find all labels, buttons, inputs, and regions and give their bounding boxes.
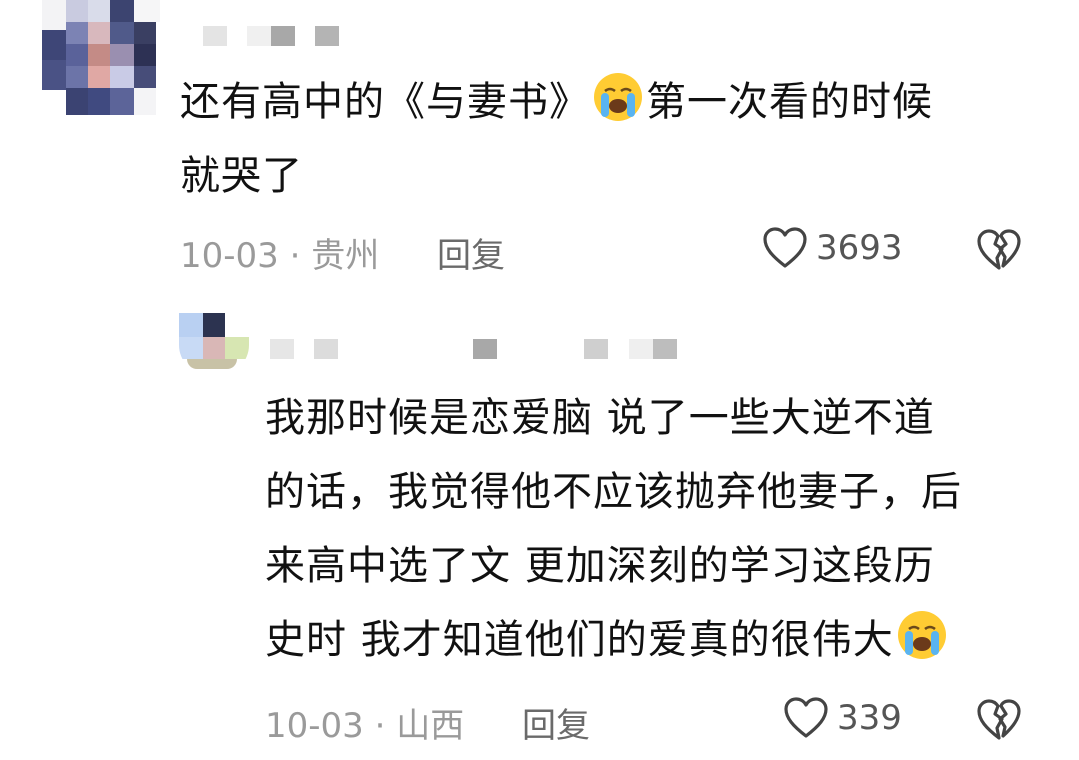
like-button[interactable]: 3693: [762, 226, 903, 270]
comment-date: 10-03: [265, 706, 364, 746]
heart-outline-icon: [784, 697, 828, 738]
broken-heart-icon[interactable]: [975, 228, 1023, 272]
comment-date: 10-03: [180, 236, 279, 276]
loudly-crying-face-emoji: [897, 611, 946, 659]
comment-thread: 还有高中的《与妻书》 第一次看的时候就哭了 10-03 · 贵州 回复 3693: [0, 0, 1079, 760]
comment-text-part: 第一次看的时候: [646, 79, 933, 125]
comment-text-part: 就哭了: [180, 153, 303, 199]
comment-location: 贵州: [311, 236, 380, 276]
meta-separator: ·: [289, 236, 301, 276]
reply-button[interactable]: 回复: [437, 228, 505, 277]
avatar[interactable]: [42, 0, 160, 115]
reply-text-line: 来高中选了文 更加深刻的学习这段历: [265, 543, 935, 589]
comment-text-part: 还有高中的《与妻书》: [180, 79, 590, 125]
reply-text-line: 我那时候是恋爱脑 说了一些大逆不道: [265, 395, 935, 441]
comment-meta: 10-03 · 山西: [265, 698, 464, 747]
avatar[interactable]: [179, 313, 249, 375]
like-count: 3693: [816, 228, 903, 268]
comment-location: 山西: [396, 706, 465, 746]
broken-heart-icon[interactable]: [975, 698, 1023, 742]
reply-text: 我那时候是恋爱脑 说了一些大逆不道 的话，我觉得他不应该抛弃他妻子，后 来高中选了文…: [265, 381, 1045, 677]
reply-text-line: 史时 我才知道他们的爱真的很伟大: [265, 617, 894, 663]
username-redacted[interactable]: [270, 339, 680, 361]
comment-text: 还有高中的《与妻书》 第一次看的时候就哭了: [180, 65, 1040, 213]
like-button[interactable]: 339: [783, 696, 902, 740]
meta-separator: ·: [374, 706, 386, 746]
username-redacted[interactable]: [203, 26, 343, 48]
heart-outline-icon: [763, 227, 807, 268]
comment-meta: 10-03 · 贵州: [180, 228, 379, 277]
reply-button[interactable]: 回复: [522, 698, 590, 747]
like-count: 339: [837, 698, 902, 738]
loudly-crying-face-emoji: [594, 73, 642, 121]
reply-text-line: 的话，我觉得他不应该抛弃他妻子，后: [265, 469, 962, 515]
